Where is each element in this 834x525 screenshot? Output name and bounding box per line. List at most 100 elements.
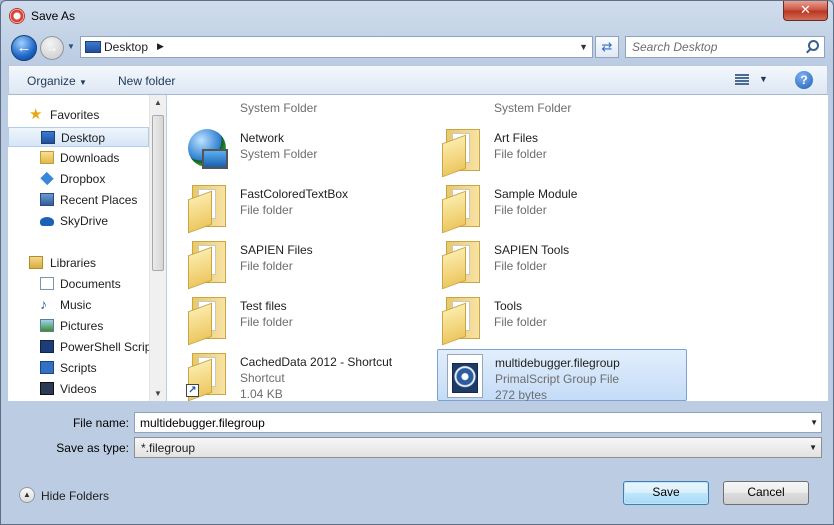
sidebar-item-documents[interactable]: Documents <box>8 274 149 294</box>
sidebar-item-skydrive[interactable]: SkyDrive <box>8 211 149 231</box>
file-item[interactable]: Network System Folder <box>167 125 417 175</box>
file-type: PrimalScript Group File <box>495 372 620 386</box>
search-icon[interactable] <box>808 40 819 51</box>
sidebar-item-powershell-script[interactable]: PowerShell Script <box>8 337 155 357</box>
sidebar-item-dropbox[interactable]: Dropbox <box>8 169 149 189</box>
nav-libraries[interactable]: Libraries <box>8 253 149 273</box>
save-as-dialog: Save As ✕ ← → ▼ Desktop ▶ ▼ ⇄ Organize ▼… <box>0 0 834 525</box>
file-size: 272 bytes <box>495 388 548 401</box>
file-name: SAPIEN Tools <box>494 243 570 257</box>
file-name-label: File name: <box>72 416 129 430</box>
address-location[interactable]: Desktop <box>104 40 148 54</box>
sidebar-item-recent-places[interactable]: Recent Places <box>8 190 149 210</box>
file-item[interactable]: System Folder <box>167 95 417 129</box>
music-icon: ♪ <box>40 296 47 312</box>
nav-scrollbar[interactable]: ▲ ▼ <box>149 95 166 401</box>
help-button[interactable]: ? <box>795 71 813 89</box>
nav-favorites[interactable]: ★ Favorites <box>8 105 149 125</box>
videos-icon <box>40 382 54 395</box>
sidebar-item-label: Desktop <box>61 131 106 145</box>
sidebar-item-label: Music <box>60 298 92 312</box>
file-name-combobox[interactable]: ▼ <box>134 412 822 433</box>
file-size: 1.04 KB <box>240 387 283 401</box>
new-folder-button[interactable]: New folder <box>118 74 175 88</box>
file-type: File folder <box>494 315 547 329</box>
folder-icon <box>440 127 482 178</box>
libraries-icon <box>29 256 43 269</box>
file-name-input[interactable] <box>140 414 800 432</box>
file-item[interactable]: ↗ CachedData 2012 - Shortcut Shortcut 1.… <box>167 349 417 401</box>
file-item-selected[interactable]: multidebugger.filegroup PrimalScript Gro… <box>437 349 687 401</box>
sidebar-item-downloads[interactable]: Downloads <box>8 148 149 168</box>
recent-pages-dropdown-icon[interactable]: ▼ <box>67 42 77 52</box>
address-bar[interactable]: Desktop ▶ ▼ <box>80 36 593 58</box>
folder-icon <box>440 183 482 234</box>
user-folder-icon <box>186 95 228 127</box>
organize-menu[interactable]: Organize ▼ <box>27 74 87 88</box>
file-type: File folder <box>240 315 293 329</box>
file-name-dropdown-icon[interactable]: ▼ <box>810 418 818 427</box>
chevron-down-icon: ▼ <box>79 78 87 87</box>
powershell-icon <box>40 340 54 353</box>
save-type-select[interactable]: *.filegroup ▼ <box>134 437 822 458</box>
sidebar-item-videos[interactable]: Videos <box>8 379 149 399</box>
back-button[interactable]: ← <box>11 35 37 61</box>
close-button[interactable]: ✕ <box>783 1 828 21</box>
file-item[interactable]: System Folder <box>421 95 671 129</box>
cancel-button[interactable]: Cancel <box>723 481 809 505</box>
sidebar-item-label: PowerShell Script <box>60 340 155 354</box>
sidebar-item-desktop[interactable]: Desktop <box>8 127 149 147</box>
scroll-thumb[interactable] <box>152 115 164 271</box>
file-name: CachedData 2012 - Shortcut <box>240 355 393 369</box>
scripts-icon <box>40 361 54 374</box>
filegroup-icon <box>441 352 483 398</box>
sidebar-item-pictures[interactable]: Pictures <box>8 316 149 336</box>
sidebar-item-music[interactable]: ♪ Music <box>8 295 149 315</box>
file-name: Test files <box>240 299 287 313</box>
file-type: File folder <box>494 259 547 273</box>
skydrive-icon <box>40 217 54 226</box>
folder-icon <box>440 295 482 346</box>
sidebar-item-label: Downloads <box>60 151 120 165</box>
navigation-pane: ★ Favorites Desktop Downloads Dropbox Re… <box>8 95 166 401</box>
sidebar-item-label: SkyDrive <box>60 214 109 228</box>
file-item[interactable]: Art Files File folder <box>421 125 671 178</box>
sidebar-item-label: Videos <box>60 382 97 396</box>
title-bar: Save As ✕ <box>1 1 833 30</box>
scroll-up-icon[interactable]: ▲ <box>154 98 162 107</box>
app-icon <box>9 8 25 24</box>
file-type: File folder <box>494 203 547 217</box>
command-bar: Organize ▼ New folder ▼ ? <box>8 65 828 95</box>
save-type-dropdown-icon[interactable]: ▼ <box>809 443 817 452</box>
address-dropdown-icon[interactable]: ▼ <box>579 42 588 52</box>
file-item[interactable]: Sample Module File folder <box>421 181 671 234</box>
save-button[interactable]: Save <box>623 481 709 505</box>
search-box[interactable] <box>625 36 825 58</box>
file-type: Shortcut <box>240 371 285 385</box>
file-type: File folder <box>240 203 293 217</box>
organize-label: Organize <box>27 74 76 88</box>
scroll-down-icon[interactable]: ▼ <box>154 389 162 398</box>
chevron-right-icon[interactable]: ▶ <box>157 41 164 52</box>
search-input[interactable] <box>632 38 802 56</box>
file-item[interactable]: SAPIEN Tools File folder <box>421 237 671 290</box>
file-name: FastColoredTextBox <box>240 187 349 201</box>
folder-shortcut-icon: ↗ <box>186 351 228 401</box>
file-item[interactable]: Test files File folder <box>167 293 417 346</box>
sidebar-item-label: Documents <box>60 277 121 291</box>
view-dropdown-icon[interactable]: ▼ <box>759 74 768 84</box>
pictures-icon <box>40 319 54 332</box>
sidebar-item-scripts[interactable]: Scripts <box>8 358 149 378</box>
file-item[interactable]: FastColoredTextBox File folder <box>167 181 417 234</box>
change-view-icon[interactable] <box>735 73 749 87</box>
file-item[interactable]: SAPIEN Files File folder <box>167 237 417 290</box>
save-type-value: *.filegroup <box>141 441 196 455</box>
refresh-button[interactable]: ⇄ <box>595 36 619 58</box>
save-type-label: Save as type: <box>56 441 129 455</box>
sidebar-item-label: Pictures <box>60 319 104 333</box>
folder-icon <box>40 151 54 164</box>
file-type: System Folder <box>240 147 318 161</box>
folder-icon <box>440 239 482 290</box>
forward-button[interactable]: → <box>40 36 64 60</box>
file-item[interactable]: Tools File folder <box>421 293 671 346</box>
